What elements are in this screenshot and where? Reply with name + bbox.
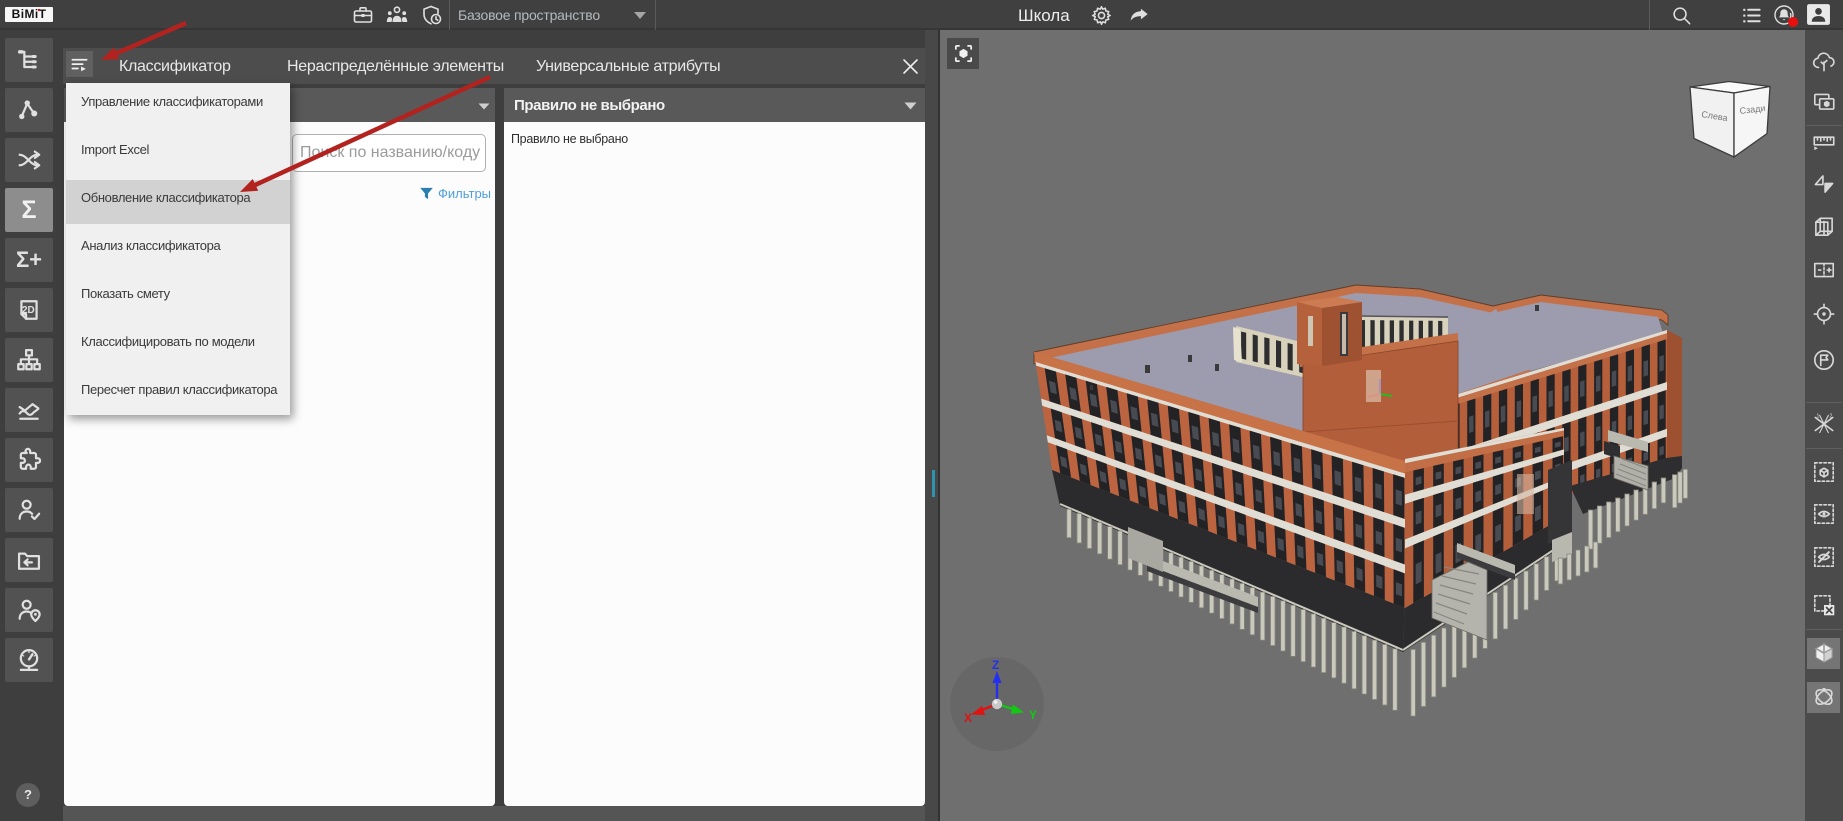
svg-text:Z: Z	[992, 658, 999, 672]
svg-text:2D: 2D	[22, 305, 35, 316]
svg-text:X: X	[964, 711, 972, 725]
svg-text:1: 1	[1816, 414, 1819, 420]
svg-text:Y: Y	[1029, 708, 1037, 722]
svg-text:2: 2	[1829, 414, 1832, 420]
